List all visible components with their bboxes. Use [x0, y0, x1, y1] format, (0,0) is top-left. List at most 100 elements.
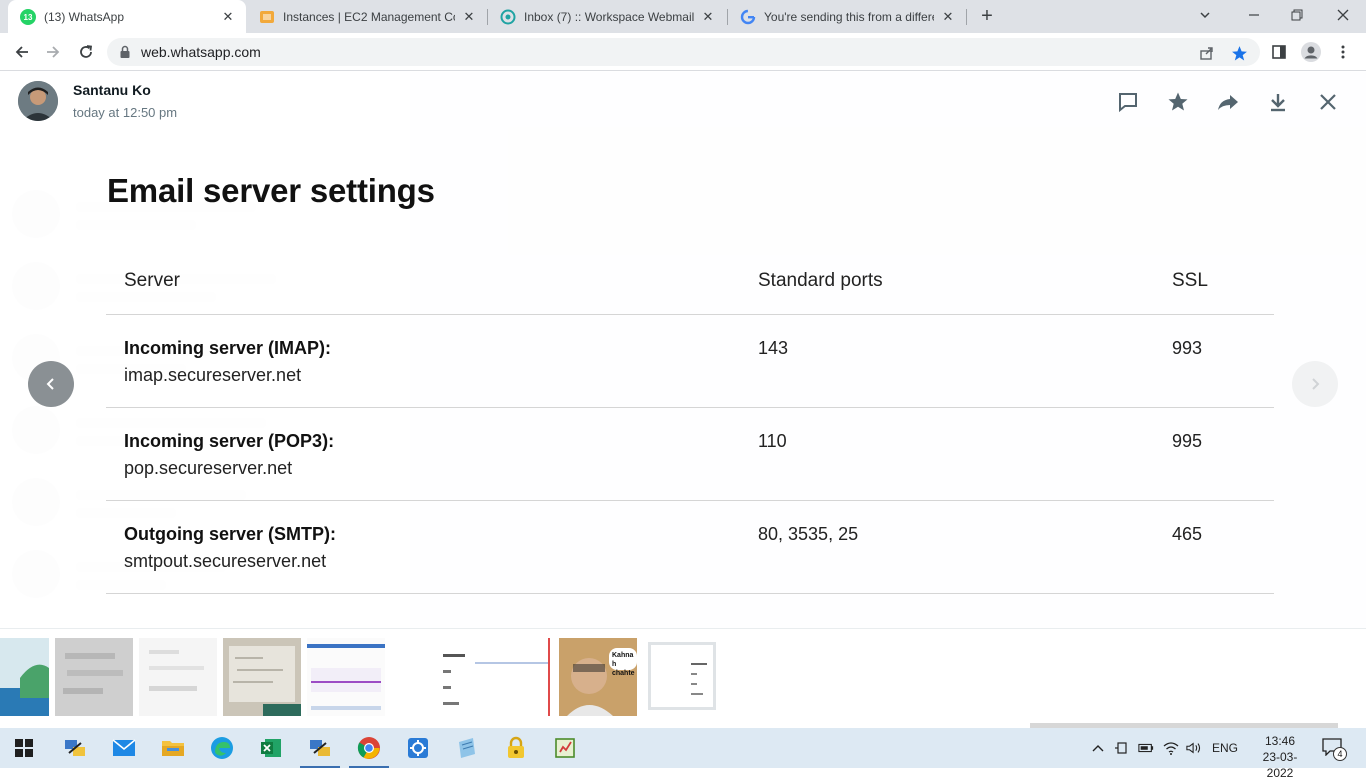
standard-ports: 110 [758, 431, 787, 451]
forward-button[interactable] [40, 39, 66, 65]
password-manager-icon[interactable] [501, 733, 531, 763]
windows-taskbar: ENG 13:46 23-03-2022 4 [0, 728, 1366, 780]
close-tab-icon[interactable]: ✕ [461, 9, 477, 25]
star-icon[interactable] [1166, 90, 1190, 114]
tab-gmail-warning[interactable]: You're sending this from a differe ✕ [728, 0, 966, 33]
new-tab-button[interactable]: + [976, 6, 998, 28]
close-tab-icon[interactable]: ✕ [220, 9, 236, 25]
media-thumbnail[interactable] [391, 638, 553, 716]
media-thumbnail-strip: Kahna h chahte [0, 628, 1366, 729]
table-row: Outgoing server (SMTP): smtpout.securese… [106, 501, 1274, 594]
lock-icon[interactable] [119, 45, 131, 64]
download-icon[interactable] [1266, 90, 1290, 114]
address-bar[interactable]: web.whatsapp.com [107, 38, 1260, 66]
tab-webmail[interactable]: Inbox (7) :: Workspace Webmail ✕ [488, 0, 726, 33]
google-icon [740, 9, 756, 25]
minimize-icon[interactable] [1240, 3, 1268, 29]
document-title: Email server settings [107, 172, 435, 209]
tab-ec2[interactable]: Instances | EC2 Management Con ✕ [247, 0, 487, 33]
edge-browser-icon[interactable] [207, 733, 237, 763]
url-text[interactable]: web.whatsapp.com [141, 44, 261, 60]
server-label: Incoming server (POP3): [124, 431, 335, 451]
media-thumbnail[interactable] [0, 638, 49, 716]
close-tab-icon[interactable]: ✕ [940, 9, 956, 25]
media-thumbnail[interactable]: Kahna h chahte [559, 638, 637, 716]
window-close-icon[interactable] [1329, 3, 1357, 29]
whatsapp-icon: 13 [20, 8, 36, 25]
file-explorer-icon[interactable] [158, 733, 188, 763]
previous-media-button[interactable] [28, 361, 74, 407]
volume-icon[interactable] [1186, 740, 1202, 756]
remote-network-icon[interactable] [305, 733, 335, 763]
aws-icon [259, 9, 275, 25]
chrome-icon[interactable] [354, 733, 384, 763]
notification-count: 4 [1333, 747, 1347, 761]
server-host: smtpout.secureserver.net [124, 551, 327, 571]
sent-time: today at 12:50 pm [73, 105, 178, 120]
server-label: Incoming server (IMAP): [124, 338, 332, 358]
chevron-right-icon [1312, 378, 1320, 390]
tab-search-icon[interactable] [1191, 3, 1219, 29]
standard-ports: 143 [758, 338, 789, 358]
notification-center-icon[interactable]: 4 [1322, 738, 1347, 761]
settings-app-icon[interactable] [403, 733, 433, 763]
column-header: Server [124, 270, 180, 291]
thumbnail-caption: Kahna h chahte [612, 652, 635, 677]
svg-text:13: 13 [24, 13, 33, 22]
browser-tab-strip: 13 (13) WhatsApp ✕ Instances | EC2 Manag… [0, 0, 1366, 33]
system-clock[interactable]: 13:46 23-03-2022 [1252, 733, 1308, 781]
table-header-row: Server Standard ports SSL [106, 242, 1274, 315]
column-header: Standard ports [758, 270, 883, 291]
table-row: Incoming server (POP3): pop.secureserver… [106, 408, 1274, 501]
restore-icon[interactable] [1283, 3, 1311, 29]
chat-icon[interactable] [1116, 90, 1140, 114]
avatar[interactable] [18, 81, 58, 121]
tab-title: You're sending this from a differe [764, 9, 934, 24]
chevron-up-icon[interactable] [1090, 740, 1106, 756]
close-icon[interactable] [1316, 90, 1340, 114]
notepad-icon[interactable] [452, 733, 482, 763]
tab-title: Inbox (7) :: Workspace Webmail [524, 9, 694, 24]
tab-title: (13) WhatsApp [44, 9, 125, 24]
media-thumbnail[interactable] [55, 638, 133, 716]
forward-icon[interactable] [1216, 90, 1240, 114]
device-icon[interactable] [1114, 740, 1130, 756]
clock-time: 13:46 [1264, 734, 1296, 748]
server-host: imap.secureserver.net [124, 365, 302, 385]
media-thumbnail[interactable] [223, 638, 301, 716]
webmail-icon [500, 9, 516, 25]
server-label: Outgoing server (SMTP): [124, 524, 337, 544]
ssl-port: 993 [1172, 338, 1203, 358]
browser-menu-icon[interactable] [1330, 39, 1356, 65]
bookmark-star-icon[interactable] [1230, 44, 1248, 62]
close-tab-icon[interactable]: ✕ [700, 9, 716, 25]
task-app-icon[interactable] [550, 733, 580, 763]
clock-date: 23-03-2022 [1262, 750, 1298, 780]
windows-start-icon[interactable] [9, 733, 39, 763]
excel-icon[interactable] [256, 733, 286, 763]
tab-whatsapp[interactable]: 13 (13) WhatsApp ✕ [8, 0, 246, 33]
battery-icon[interactable] [1138, 740, 1154, 756]
profile-avatar-icon[interactable] [1298, 39, 1324, 65]
server-host: pop.secureserver.net [124, 458, 293, 478]
network-app-icon[interactable] [60, 733, 90, 763]
media-thumbnail-selected[interactable] [648, 642, 716, 710]
wifi-icon[interactable] [1163, 740, 1179, 756]
browser-toolbar: web.whatsapp.com [0, 33, 1366, 71]
reload-button[interactable] [73, 39, 99, 65]
input-language[interactable]: ENG [1212, 741, 1238, 755]
tab-title: Instances | EC2 Management Con [283, 9, 455, 24]
standard-ports: 80, 3535, 25 [758, 524, 859, 544]
sender-name[interactable]: Santanu Ko [73, 82, 151, 98]
mail-icon[interactable] [109, 733, 139, 763]
side-panel-icon[interactable] [1266, 39, 1292, 65]
share-icon[interactable] [1198, 44, 1216, 62]
chevron-left-icon [46, 378, 54, 390]
next-media-button[interactable] [1292, 361, 1338, 407]
media-thumbnail[interactable] [307, 638, 385, 716]
back-button[interactable] [9, 39, 35, 65]
media-thumbnail[interactable] [139, 638, 217, 716]
ssl-port: 995 [1172, 431, 1203, 451]
ssl-port: 465 [1172, 524, 1203, 544]
table-row: Incoming server (IMAP): imap.secureserve… [106, 315, 1274, 408]
